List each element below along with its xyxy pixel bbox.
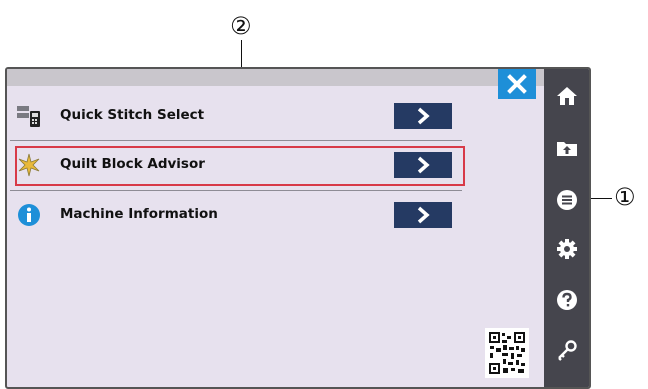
menu-icon: [556, 190, 577, 210]
sidebar-key-button[interactable]: [544, 333, 589, 367]
divider: [10, 190, 462, 191]
go-button-quick-stitch-select[interactable]: [394, 103, 452, 129]
sidebar: [544, 69, 589, 387]
close-icon: [507, 74, 527, 94]
chevron-right-icon: [417, 206, 430, 224]
divider: [10, 140, 462, 141]
folder-upload-icon: [556, 142, 577, 156]
stitch-select-icon: [16, 103, 42, 129]
gear-icon: [556, 239, 577, 259]
info-icon: [16, 202, 42, 228]
sidebar-menu-button[interactable]: [544, 183, 589, 217]
menu-item-quick-stitch-select[interactable]: Quick Stitch Select: [12, 94, 462, 138]
title-bar: [7, 69, 544, 86]
go-button-machine-information[interactable]: [394, 202, 452, 228]
menu-item-label: Machine Information: [60, 206, 218, 222]
sidebar-settings-button[interactable]: [544, 232, 589, 266]
callout-2-highlight: [15, 146, 465, 186]
close-button[interactable]: [498, 69, 536, 99]
qr-code[interactable]: [485, 328, 529, 378]
help-icon: [556, 290, 577, 310]
callout-1: ①: [614, 183, 636, 211]
menu-item-label: Quick Stitch Select: [60, 107, 205, 123]
sidebar-file-button[interactable]: [544, 131, 589, 165]
sidebar-home-button[interactable]: [544, 79, 589, 113]
sidebar-help-button[interactable]: [544, 283, 589, 317]
key-icon: [557, 340, 577, 361]
qr-code-icon: [489, 332, 525, 374]
chevron-right-icon: [417, 107, 430, 125]
menu-window: Quick Stitch Select Quilt Block Advisor: [5, 67, 591, 389]
home-icon: [556, 87, 577, 105]
callout-2: ②: [230, 12, 252, 40]
menu-item-machine-information[interactable]: Machine Information: [12, 193, 462, 237]
